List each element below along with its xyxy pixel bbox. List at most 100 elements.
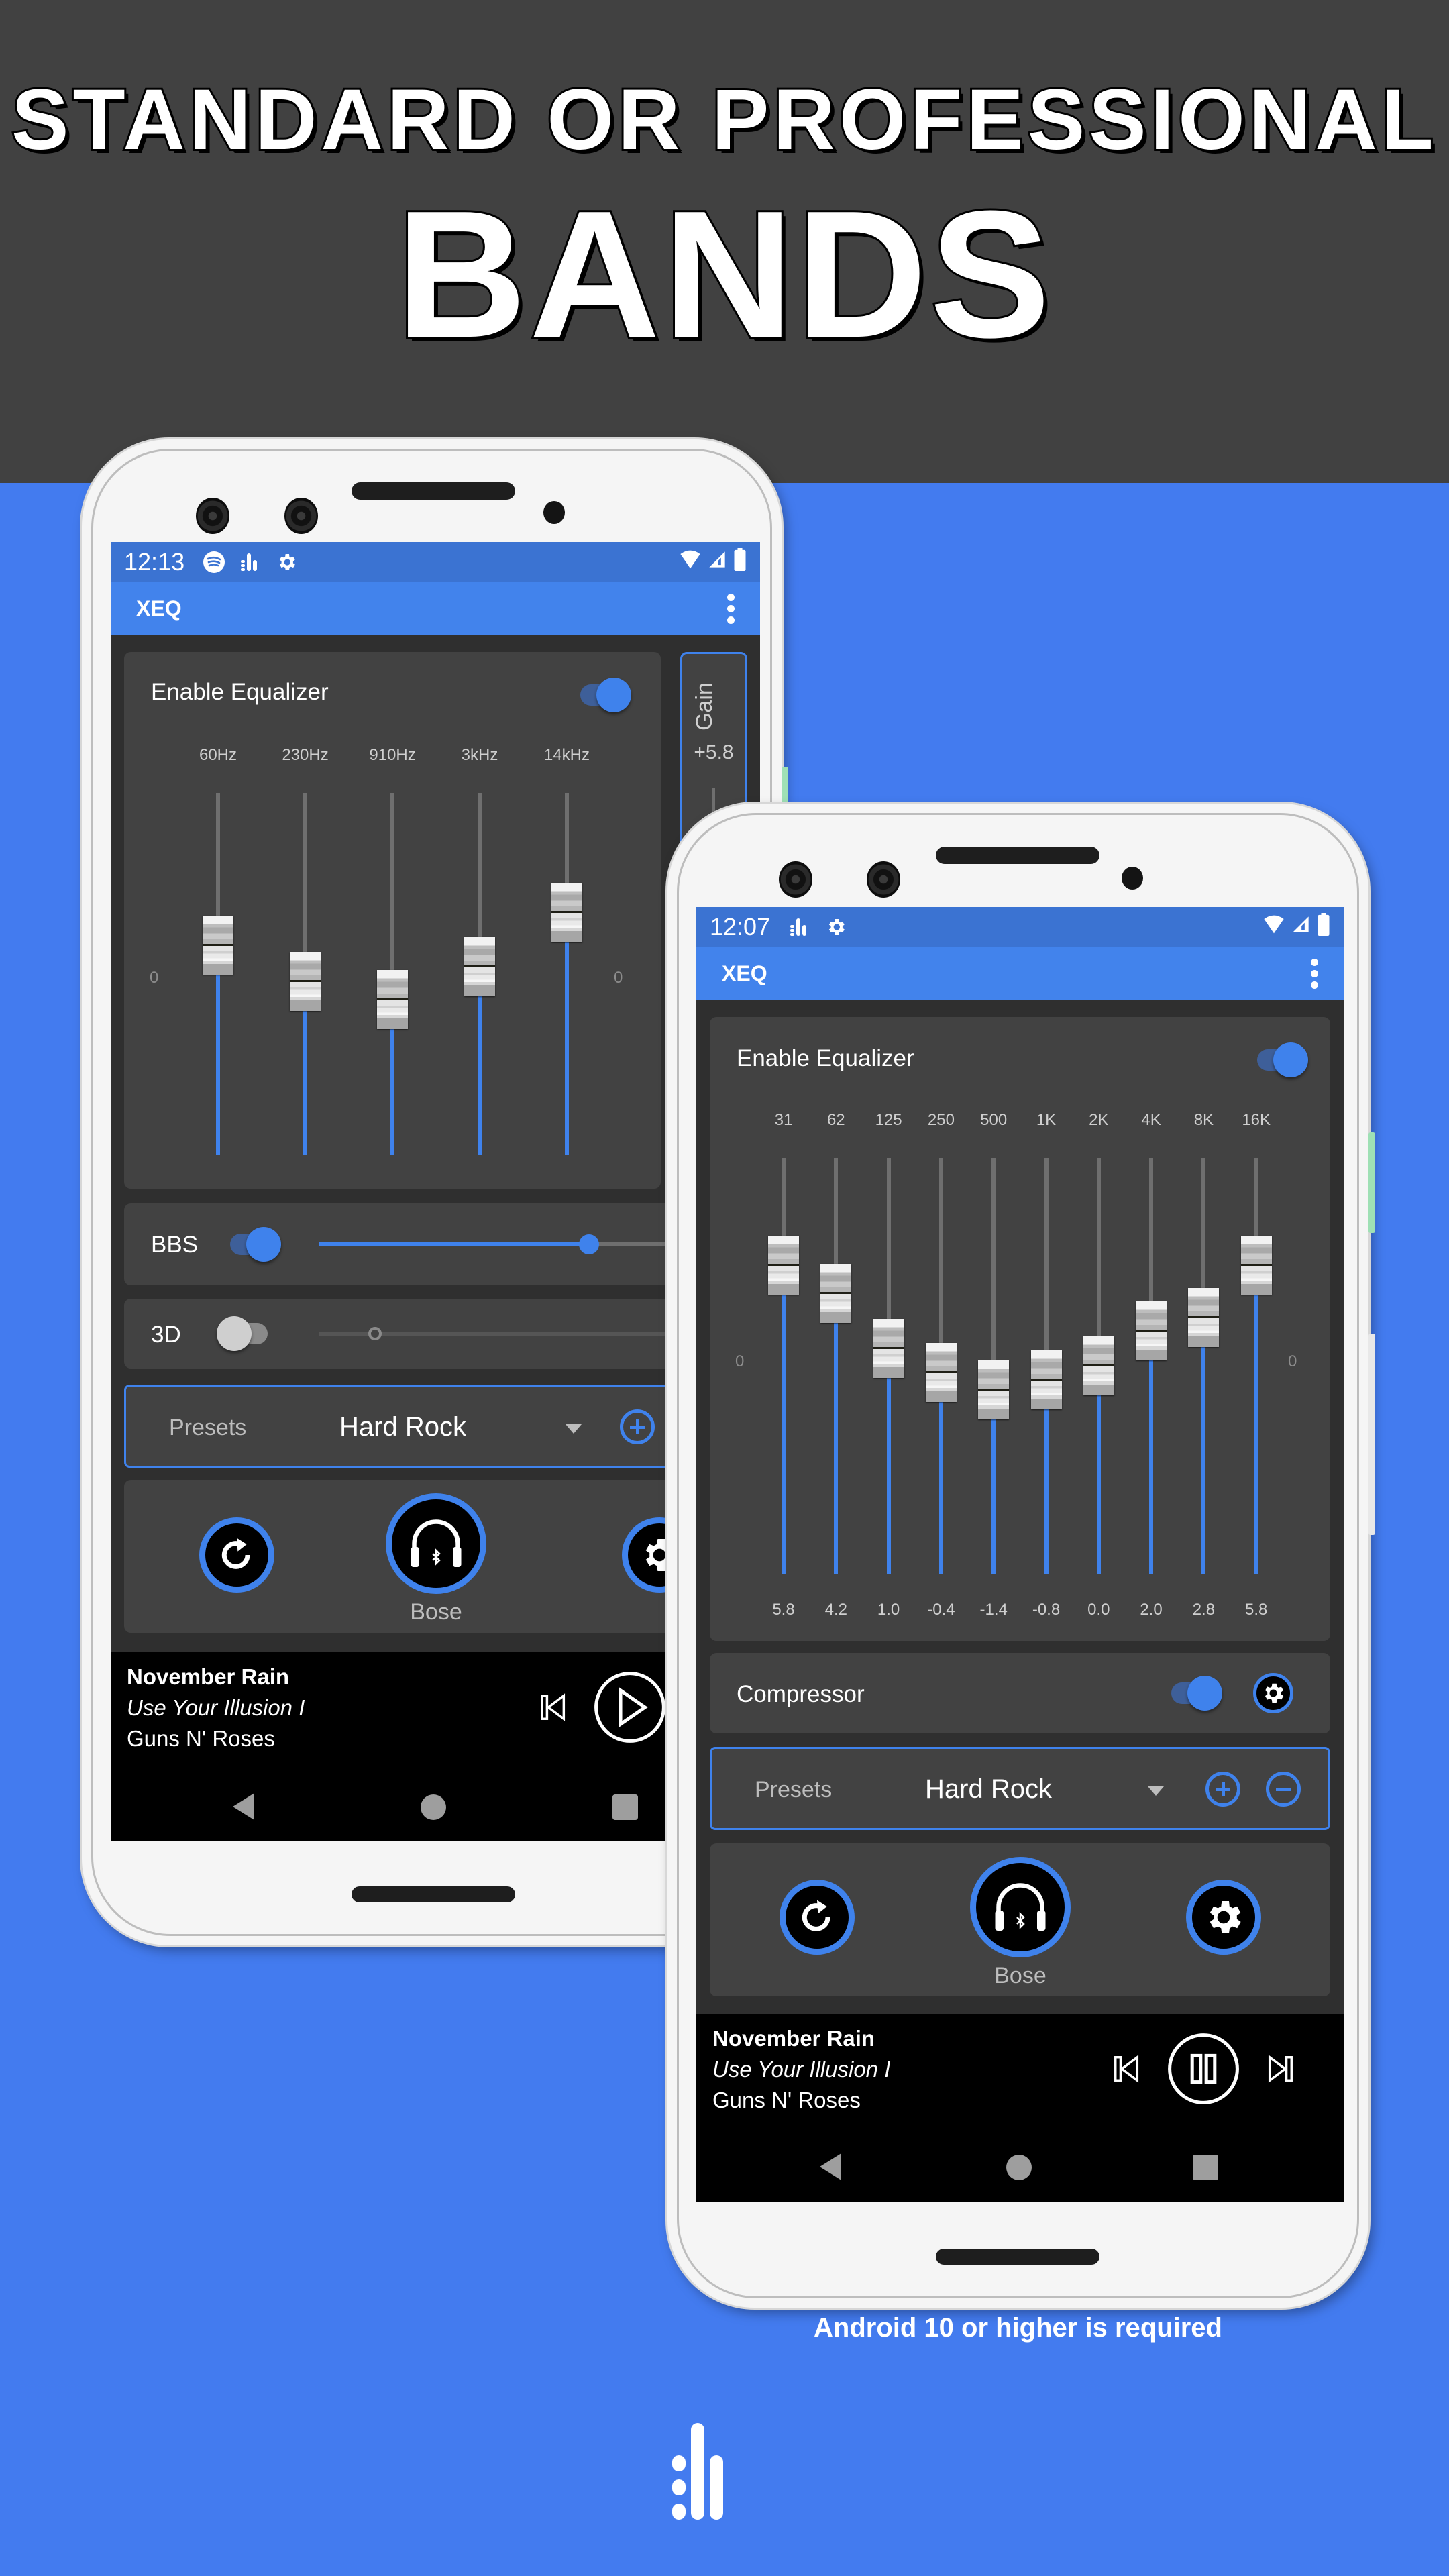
pause-button[interactable]: [1166, 2031, 1241, 2106]
enable-equalizer-toggle[interactable]: [1254, 1041, 1308, 1079]
device-name: Bose: [994, 1963, 1046, 1988]
settings-button[interactable]: [1186, 1880, 1261, 1955]
track-album: Use Your Illusion I: [712, 2057, 891, 2082]
band-frequency-label: 125: [875, 1111, 902, 1129]
slider-fill: [303, 1010, 307, 1155]
band-frequency-label: 250: [927, 1111, 955, 1129]
band-slider[interactable]: [377, 793, 408, 1155]
slider-knob[interactable]: [768, 1236, 799, 1295]
slider-knob[interactable]: [873, 1319, 904, 1379]
nav-recents-button[interactable]: [612, 1794, 638, 1823]
compressor-toggle[interactable]: [1169, 1674, 1222, 1712]
slider-knob[interactable]: [290, 951, 321, 1011]
slider-knob[interactable]: [1188, 1287, 1220, 1347]
slider-thumb[interactable]: [579, 1234, 600, 1254]
slider-knob[interactable]: [978, 1360, 1010, 1420]
slider-fill: [216, 974, 220, 1155]
enable-equalizer-label: Enable Equalizer: [737, 1045, 914, 1071]
slider-knob[interactable]: [1083, 1336, 1114, 1395]
band-slider[interactable]: [1136, 1158, 1167, 1574]
band-slider[interactable]: [290, 793, 321, 1155]
gear-icon: [824, 915, 848, 939]
skip-previous-button[interactable]: [1107, 2049, 1147, 2089]
slider-knob[interactable]: [551, 883, 582, 943]
band-slider[interactable]: [768, 1158, 799, 1574]
slider-knob[interactable]: [1136, 1301, 1167, 1361]
signal-icon: [1291, 913, 1310, 941]
band-slider[interactable]: [551, 793, 582, 1155]
preset-selected[interactable]: Hard Rock: [925, 1774, 1052, 1805]
band-slider[interactable]: [820, 1158, 852, 1574]
preset-selected[interactable]: Hard Rock: [339, 1412, 466, 1442]
skip-next-button[interactable]: [1260, 2049, 1300, 2089]
nav-home-button[interactable]: [1006, 2155, 1032, 2184]
slider-track: [303, 793, 307, 952]
slider-fill: [1044, 1409, 1049, 1574]
enable-equalizer-toggle[interactable]: [578, 676, 631, 714]
slider-thumb[interactable]: [368, 1327, 382, 1340]
add-preset-button[interactable]: [620, 1409, 655, 1444]
band-frequency-label: 2K: [1089, 1111, 1109, 1129]
reset-button[interactable]: [780, 1880, 855, 1955]
compressor-settings-button[interactable]: [1253, 1673, 1293, 1713]
3d-slider[interactable]: [319, 1324, 694, 1344]
app-title: XEQ: [722, 961, 767, 985]
slider-track: [991, 1158, 996, 1361]
device-button[interactable]: [970, 1857, 1071, 1957]
band-slider[interactable]: [873, 1158, 904, 1574]
bbs-toggle[interactable]: [227, 1226, 281, 1263]
band-slider[interactable]: [1240, 1158, 1272, 1574]
band-slider[interactable]: [1188, 1158, 1220, 1574]
overflow-menu-icon[interactable]: [727, 593, 735, 624]
slider-knob[interactable]: [925, 1343, 957, 1403]
front-camera: [196, 498, 229, 534]
presets-selector: Presets Hard Rock: [710, 1747, 1330, 1830]
reset-button[interactable]: [199, 1517, 274, 1593]
nav-back-button[interactable]: [817, 2152, 844, 2185]
band-frequency-label: 16K: [1242, 1111, 1271, 1129]
screen: 12:13 XEQ Enable Equalizer 60Hz 230Hz 91…: [111, 542, 760, 1841]
slider-fill: [991, 1419, 996, 1574]
slider-knob[interactable]: [1240, 1236, 1272, 1295]
band-slider[interactable]: [925, 1158, 957, 1574]
skip-previous-button[interactable]: [533, 1687, 574, 1727]
nav-home-button[interactable]: [421, 1794, 446, 1823]
slider-track: [216, 793, 220, 916]
slider-knob[interactable]: [1030, 1350, 1062, 1409]
zero-mark-right: 0: [614, 969, 623, 987]
add-preset-button[interactable]: [1205, 1772, 1240, 1807]
band-slider[interactable]: [464, 793, 495, 1155]
equalizer-icon: [788, 915, 812, 939]
headline-bands: BANDS: [394, 172, 1054, 378]
battery-icon: [1317, 912, 1330, 942]
band-slider[interactable]: [203, 793, 233, 1155]
slider-knob[interactable]: [377, 969, 408, 1029]
remove-preset-button[interactable]: [1266, 1772, 1301, 1807]
track-title: November Rain: [712, 2026, 875, 2051]
slider-knob[interactable]: [820, 1263, 852, 1323]
slider-fill: [1201, 1346, 1206, 1574]
preset-dropdown-caret-icon[interactable]: [566, 1424, 582, 1434]
slider-fill: [938, 1402, 943, 1574]
gain-value: +5.8: [694, 741, 734, 763]
gear-icon: [1265, 1683, 1284, 1703]
band-slider[interactable]: [1030, 1158, 1062, 1574]
band-slider[interactable]: [978, 1158, 1010, 1574]
slider-track: [886, 1158, 891, 1320]
nav-back-button[interactable]: [230, 1792, 257, 1825]
nav-recents-button[interactable]: [1193, 2155, 1218, 2184]
band-slider[interactable]: [1083, 1158, 1114, 1574]
proximity-sensor: [1122, 867, 1143, 890]
preset-dropdown-caret-icon[interactable]: [1148, 1786, 1164, 1796]
android-requirement-note: Android 10 or higher is required: [814, 2313, 1222, 2343]
bbs-slider[interactable]: [319, 1234, 694, 1254]
3d-toggle[interactable]: [217, 1315, 270, 1352]
now-playing-bar: November Rain Use Your Illusion I Guns N…: [696, 2014, 1344, 2202]
slider-knob[interactable]: [203, 915, 233, 975]
slider-knob[interactable]: [464, 937, 495, 997]
band-frequency-label: 230Hz: [282, 746, 329, 764]
band-frequency-label: 500: [980, 1111, 1008, 1129]
device-button[interactable]: [386, 1493, 486, 1594]
play-button[interactable]: [592, 1670, 667, 1745]
overflow-menu-icon[interactable]: [1311, 958, 1318, 989]
